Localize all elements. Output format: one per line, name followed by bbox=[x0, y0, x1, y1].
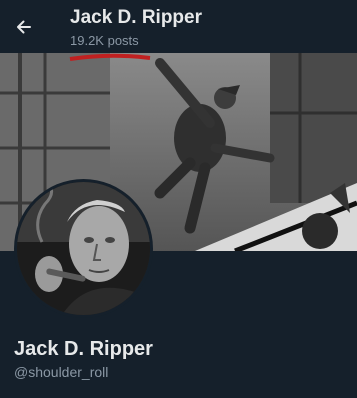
profile-handle: @shoulder_roll bbox=[14, 364, 109, 380]
profile-header: Jack D. Ripper 19.2K posts bbox=[0, 0, 357, 53]
arrow-left-icon bbox=[17, 20, 31, 34]
header-title: Jack D. Ripper bbox=[70, 7, 202, 28]
avatar-image bbox=[17, 182, 150, 315]
post-count: 19.2K posts bbox=[70, 33, 139, 48]
back-button[interactable] bbox=[9, 12, 39, 42]
profile-avatar[interactable] bbox=[14, 179, 153, 318]
profile-display-name: Jack D. Ripper bbox=[14, 338, 153, 360]
